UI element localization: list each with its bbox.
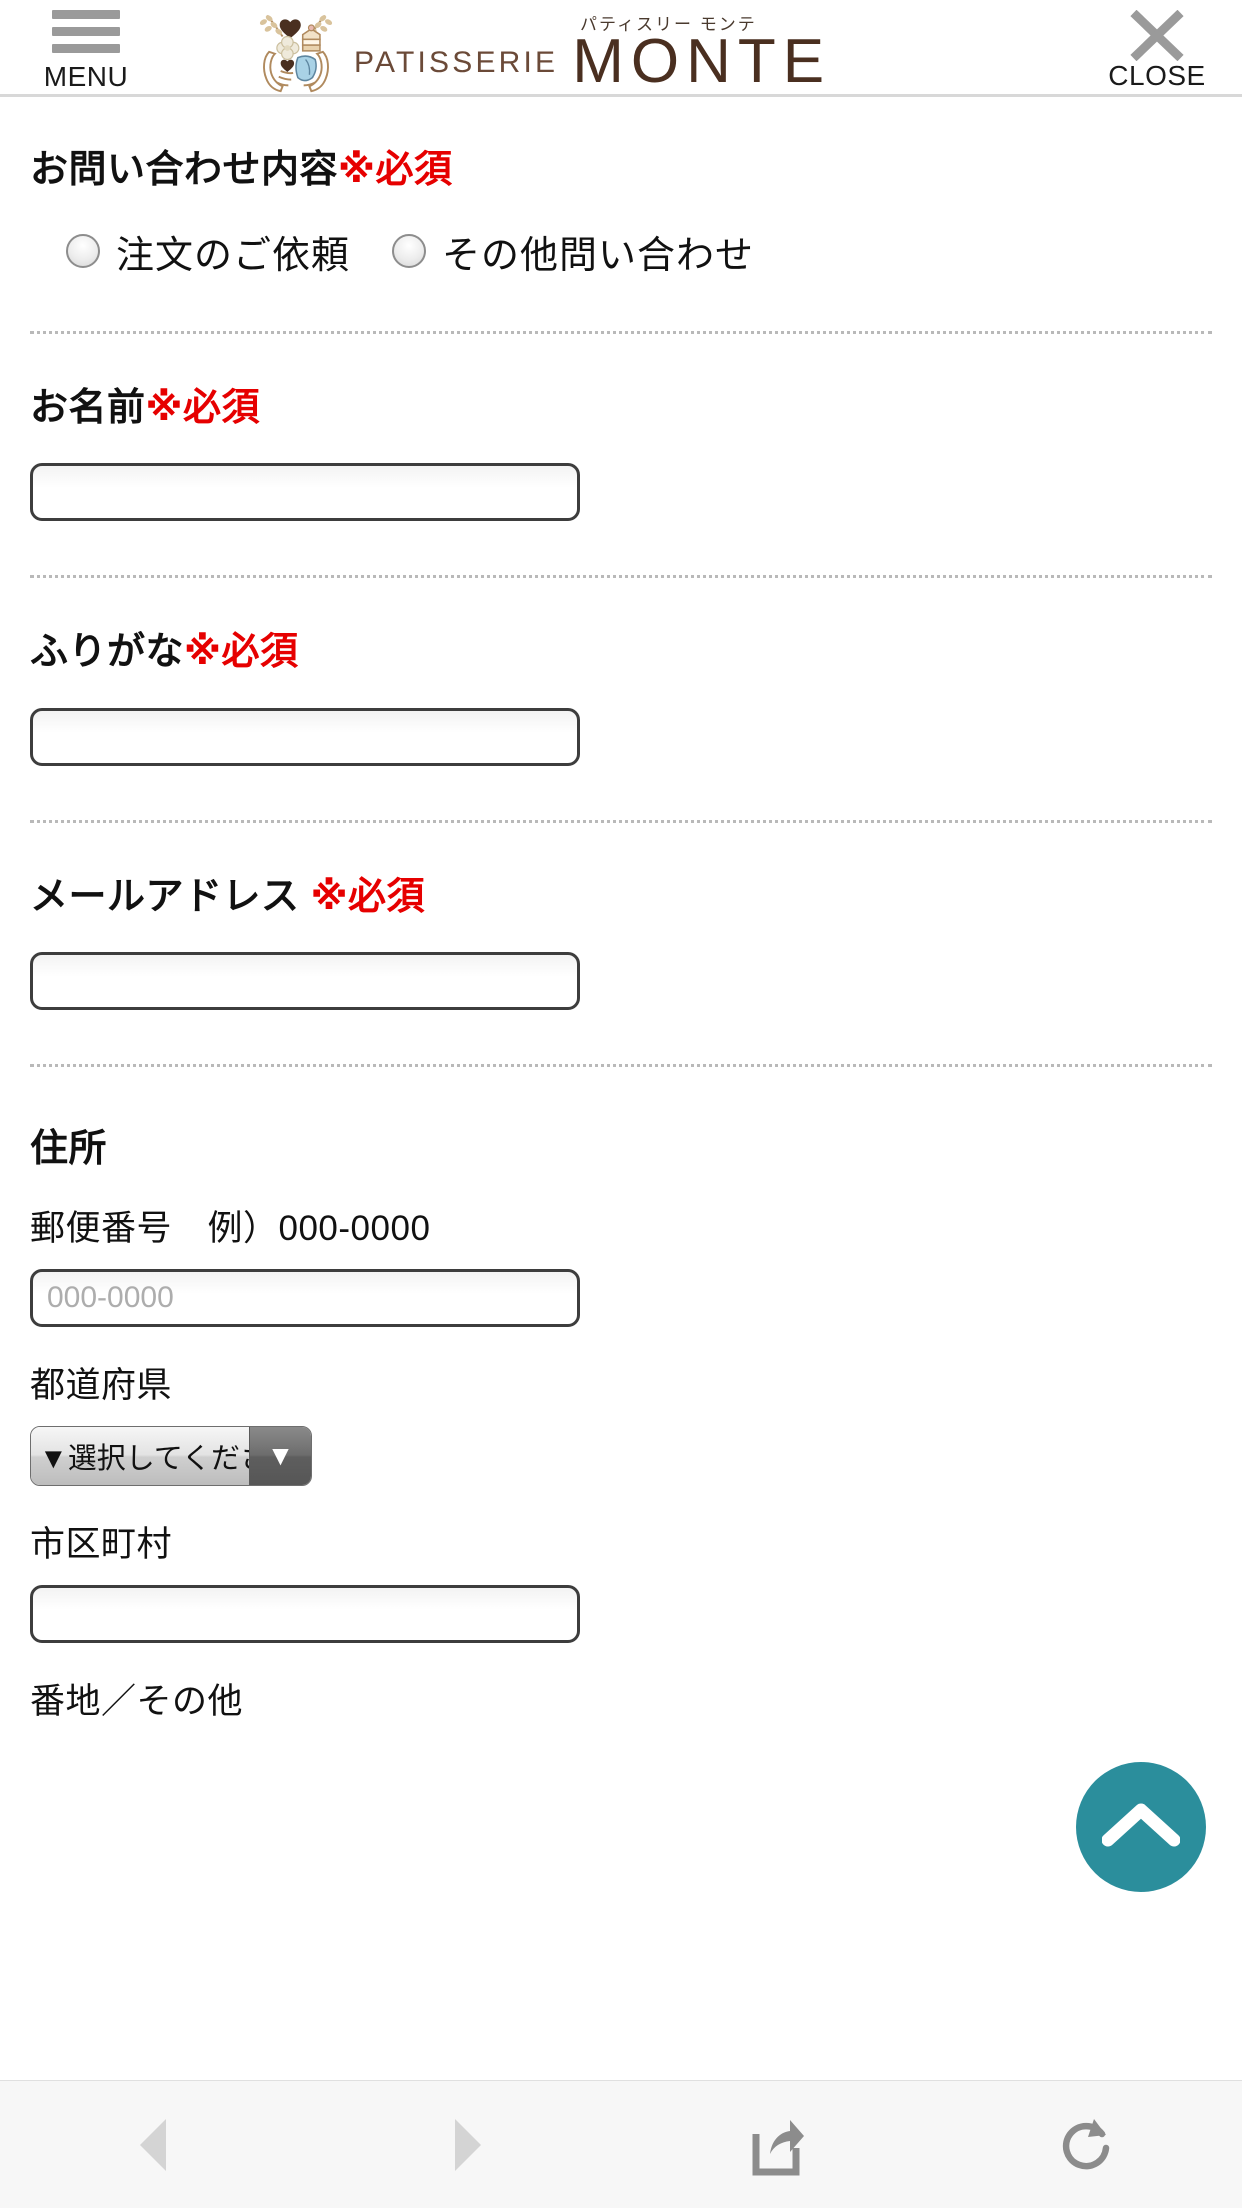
email-label-text: メールアドレス bbox=[30, 875, 311, 918]
postal-code-input[interactable] bbox=[30, 1269, 580, 1328]
name-label: お名前※必須 bbox=[30, 386, 1212, 432]
menu-button-label: MENU bbox=[43, 61, 129, 92]
logo-kana-text: パティスリー モンテ bbox=[580, 15, 757, 34]
furigana-label-text: ふりがな bbox=[30, 631, 185, 674]
furigana-required-mark: ※必須 bbox=[184, 631, 299, 674]
browser-reload-button[interactable] bbox=[932, 2081, 1242, 2208]
inquiry-type-options: 注文のご依頼 その他問い合わせ bbox=[30, 224, 1212, 279]
scroll-to-top-button[interactable] bbox=[1076, 1762, 1206, 1892]
prefecture-label: 都道府県 bbox=[30, 1366, 173, 1406]
email-label: メールアドレス ※必須 bbox=[30, 875, 1212, 921]
name-required-mark: ※必須 bbox=[145, 386, 260, 429]
inquiry-type-required-mark: ※必須 bbox=[338, 149, 453, 191]
name-input[interactable] bbox=[30, 463, 580, 522]
hamburger-icon bbox=[52, 10, 120, 61]
chevron-down-icon[interactable]: ▼ bbox=[249, 1427, 311, 1486]
city-label: 市区町村 bbox=[30, 1525, 173, 1565]
logo-monte-text: MONTE bbox=[572, 27, 832, 97]
radio-circle-icon[interactable] bbox=[392, 234, 427, 269]
radio-option-other[interactable]: その他問い合わせ bbox=[392, 224, 754, 279]
browser-forward-button[interactable] bbox=[311, 2081, 622, 2208]
site-header: MENU パティスリー モンテ PATISSERIE MONTE CLOSE bbox=[0, 0, 1242, 97]
field-email: メールアドレス ※必須 bbox=[0, 823, 1242, 1011]
share-icon bbox=[752, 2119, 805, 2175]
page-root: MENU パティスリー モンテ PATISSERIE MONTE CLOSE お… bbox=[0, 0, 1242, 2208]
menu-button[interactable]: MENU bbox=[38, 10, 134, 92]
browser-share-button[interactable] bbox=[621, 2081, 932, 2208]
postal-code-label: 郵便番号 例）000-0000 bbox=[30, 1209, 431, 1249]
radio-option-order-label: 注文のご依頼 bbox=[116, 234, 351, 277]
radio-circle-icon[interactable] bbox=[66, 234, 100, 269]
address-section-label: 住所 bbox=[30, 1128, 108, 1171]
field-address: 住所 郵便番号 例）000-0000 都道府県 ▼選択してください ▼ 市区町村… bbox=[0, 1067, 1242, 1724]
back-arrow-icon bbox=[140, 2118, 167, 2171]
logo-patisserie-text: PATISSERIE bbox=[354, 46, 559, 79]
browser-toolbar bbox=[0, 2080, 1242, 2208]
furigana-label: ふりがな※必須 bbox=[30, 630, 1212, 676]
inquiry-type-label-text: お問い合わせ内容 bbox=[30, 149, 339, 191]
radio-option-other-label: その他問い合わせ bbox=[442, 234, 755, 277]
name-label-text: お名前 bbox=[30, 386, 146, 429]
city-input[interactable] bbox=[30, 1585, 580, 1644]
site-logo[interactable]: パティスリー モンテ PATISSERIE MONTE bbox=[248, 2, 831, 94]
reload-icon bbox=[1062, 2118, 1109, 2169]
logo-wordmark: パティスリー モンテ PATISSERIE MONTE bbox=[354, 2, 831, 94]
email-input[interactable] bbox=[30, 952, 580, 1011]
field-inquiry-type: お問い合わせ内容※必須 注文のご依頼 その他問い合わせ bbox=[0, 100, 1242, 279]
prefecture-select-value: ▼選択してください bbox=[31, 1427, 249, 1486]
forward-arrow-icon bbox=[454, 2118, 481, 2171]
prefecture-select[interactable]: ▼選択してください ▼ bbox=[30, 1426, 312, 1487]
email-required-mark: ※必須 bbox=[310, 875, 426, 918]
close-button[interactable]: CLOSE bbox=[1102, 10, 1212, 90]
close-button-label: CLOSE bbox=[1108, 60, 1206, 91]
furigana-input[interactable] bbox=[30, 707, 580, 766]
inquiry-type-label: お問い合わせ内容※必須 bbox=[30, 148, 1212, 194]
radio-option-order[interactable]: 注文のご依頼 bbox=[66, 224, 350, 279]
field-name: お名前※必須 bbox=[0, 334, 1242, 522]
field-furigana: ふりがな※必須 bbox=[0, 578, 1242, 766]
monte-emblem-icon bbox=[259, 14, 333, 93]
chevron-up-icon bbox=[1102, 1803, 1180, 1847]
browser-back-button[interactable] bbox=[0, 2081, 311, 2208]
contact-form: お問い合わせ内容※必須 注文のご依頼 その他問い合わせ お名前※必須 ふりがな※… bbox=[0, 100, 1242, 2080]
street-label: 番地／その他 bbox=[30, 1682, 244, 1722]
close-icon bbox=[1130, 10, 1184, 61]
